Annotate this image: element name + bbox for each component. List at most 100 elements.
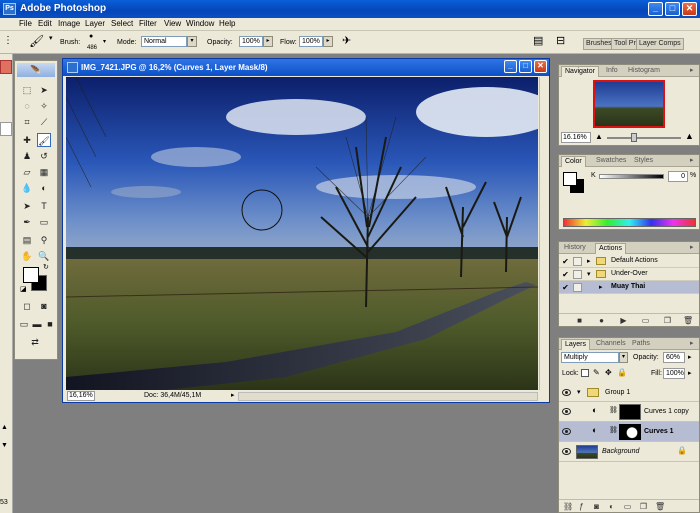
hand-tool-icon[interactable]: ✋: [20, 249, 34, 263]
color-spectrum-ramp[interactable]: [563, 218, 696, 227]
zoom-in-icon[interactable]: ▲: [685, 131, 694, 141]
fill-arrow-icon[interactable]: ▸: [688, 369, 692, 377]
new-fill-adjustment-icon[interactable]: ◐: [607, 502, 616, 511]
quick-mask-mode-icon[interactable]: ◙: [37, 299, 51, 313]
pen-tool-icon[interactable]: ✒: [20, 215, 34, 229]
tab-histogram[interactable]: Histogram: [625, 66, 663, 77]
add-mask-icon[interactable]: ◙: [592, 502, 601, 511]
jump-to-imageready-icon[interactable]: ⇄: [20, 335, 50, 349]
zoom-tool-icon[interactable]: 🔍: [37, 249, 51, 263]
new-set-icon[interactable]: ▭: [641, 316, 650, 325]
layer-opacity-arrow-icon[interactable]: ▸: [688, 353, 692, 361]
action-row-selected[interactable]: ✔ ▸ Muay Thai: [559, 281, 699, 294]
doc-minimize-button[interactable]: _: [504, 60, 517, 73]
scroll-down-icon[interactable]: ▼: [1, 442, 8, 449]
layer-visibility-eye-icon[interactable]: [562, 389, 571, 396]
tool-preset-arrow-icon[interactable]: ▾: [49, 34, 53, 42]
layer-style-icon[interactable]: ƒ: [577, 502, 586, 511]
healing-brush-tool-icon[interactable]: ✚: [20, 133, 34, 147]
layer-row-selected[interactable]: ◐ ⛓ Curves 1: [559, 422, 699, 442]
zoom-slider[interactable]: [607, 137, 681, 139]
layers-panel-menu-icon[interactable]: ▸: [687, 339, 697, 350]
tab-history[interactable]: History: [561, 243, 589, 254]
tab-color[interactable]: Color: [561, 156, 586, 167]
navigator-zoom-field[interactable]: 16.16%: [561, 132, 591, 143]
mode-select[interactable]: Normal: [141, 36, 187, 47]
tab-actions[interactable]: Actions: [595, 243, 626, 254]
document-title-bar[interactable]: IMG_7421.JPG @ 16,2% (Curves 1, Layer Ma…: [63, 59, 549, 76]
stop-icon[interactable]: ■: [575, 316, 584, 325]
doc-maximize-button[interactable]: □: [519, 60, 532, 73]
minimize-button[interactable]: _: [648, 2, 663, 16]
horizontal-scrollbar[interactable]: [238, 392, 538, 401]
action-toggle-icon[interactable]: ✔: [561, 270, 570, 279]
tab-paths[interactable]: Paths: [629, 339, 653, 350]
action-row[interactable]: ✔ ▸ Default Actions: [559, 255, 699, 268]
magic-wand-tool-icon[interactable]: ✧: [37, 99, 51, 113]
document-vertical-scrollbar[interactable]: [539, 77, 549, 390]
lock-image-icon[interactable]: ✎: [593, 368, 600, 377]
brush-tool-icon[interactable]: 🖌: [29, 34, 44, 48]
close-strip-icon[interactable]: [0, 60, 12, 74]
blur-tool-icon[interactable]: 💧: [20, 181, 34, 195]
file-browser-icon[interactable]: ▤: [533, 34, 543, 47]
expand-arrow-icon[interactable]: ▸: [599, 283, 603, 291]
blend-mode-arrow-icon[interactable]: ▾: [619, 352, 628, 363]
menu-help[interactable]: Help: [219, 19, 235, 28]
brush-picker-arrow-icon[interactable]: ▾: [103, 38, 106, 45]
tab-info[interactable]: Info: [603, 66, 621, 77]
record-icon[interactable]: ●: [597, 316, 606, 325]
zoom-out-icon[interactable]: ▲: [595, 132, 603, 141]
clone-stamp-tool-icon[interactable]: ♟: [20, 149, 34, 163]
color-channel-value[interactable]: 0: [668, 171, 688, 182]
opacity-slider-arrow-icon[interactable]: ▸: [263, 36, 273, 47]
menu-edit[interactable]: Edit: [38, 19, 52, 28]
menu-window[interactable]: Window: [186, 19, 214, 28]
close-button[interactable]: ✕: [682, 2, 697, 16]
move-tool-icon[interactable]: ➤: [37, 83, 51, 97]
layer-mask-thumbnail[interactable]: [619, 404, 641, 420]
action-dialog-toggle[interactable]: [573, 283, 582, 292]
layer-row-group[interactable]: ▾ Group 1: [559, 384, 699, 402]
delete-action-icon[interactable]: 🗑: [683, 316, 693, 325]
marquee-tool-icon[interactable]: ⬚: [20, 83, 34, 97]
layer-visibility-eye-icon[interactable]: [562, 428, 571, 435]
navigator-thumbnail[interactable]: [593, 80, 665, 128]
fill-input[interactable]: 100%: [663, 368, 685, 379]
lasso-tool-icon[interactable]: ◌: [20, 99, 34, 113]
link-layers-icon[interactable]: ⛓: [563, 502, 573, 511]
eraser-tool-icon[interactable]: ▱: [20, 165, 34, 179]
layer-visibility-eye-icon[interactable]: [562, 448, 571, 455]
group-expand-arrow-icon[interactable]: ▾: [577, 388, 581, 396]
brush-tool-icon[interactable]: 🖌: [37, 133, 51, 147]
action-toggle-icon[interactable]: ✔: [561, 283, 570, 292]
lock-all-icon[interactable]: 🔒: [617, 368, 627, 377]
maximize-button[interactable]: □: [665, 2, 680, 16]
tab-styles[interactable]: Styles: [631, 156, 656, 167]
collapse-arrow-icon[interactable]: ▾: [587, 270, 591, 278]
menu-select[interactable]: Select: [111, 19, 133, 28]
menu-filter[interactable]: Filter: [139, 19, 157, 28]
tab-brushes[interactable]: Brushes: [583, 38, 615, 50]
color-panel-menu-icon[interactable]: ▸: [687, 156, 697, 167]
type-tool-icon[interactable]: T: [37, 199, 51, 213]
crop-tool-icon[interactable]: ⌗: [20, 115, 34, 129]
new-layer-icon[interactable]: ❐: [639, 502, 648, 511]
flow-slider-arrow-icon[interactable]: ▸: [323, 36, 333, 47]
blend-mode-select[interactable]: Multiply: [561, 352, 619, 363]
action-dialog-toggle[interactable]: [573, 270, 582, 279]
new-group-icon[interactable]: ▭: [623, 502, 632, 511]
tab-layer-comps[interactable]: Layer Comps: [636, 38, 684, 50]
shape-tool-icon[interactable]: ▭: [37, 215, 51, 229]
menu-image[interactable]: Image: [58, 19, 80, 28]
layer-row[interactable]: ◐ ⛓ Curves 1 copy: [559, 402, 699, 422]
menu-layer[interactable]: Layer: [85, 19, 105, 28]
action-row[interactable]: ✔ ▾ Under-Over: [559, 268, 699, 281]
delete-layer-icon[interactable]: 🗑: [655, 502, 665, 511]
actions-panel-menu-icon[interactable]: ▸: [687, 243, 697, 254]
layer-opacity-input[interactable]: 60%: [663, 352, 685, 363]
brush-dot-icon[interactable]: ●: [89, 33, 93, 40]
tab-layers[interactable]: Layers: [561, 339, 591, 350]
image-canvas[interactable]: [66, 77, 538, 390]
layer-mask-thumbnail[interactable]: [619, 424, 641, 440]
